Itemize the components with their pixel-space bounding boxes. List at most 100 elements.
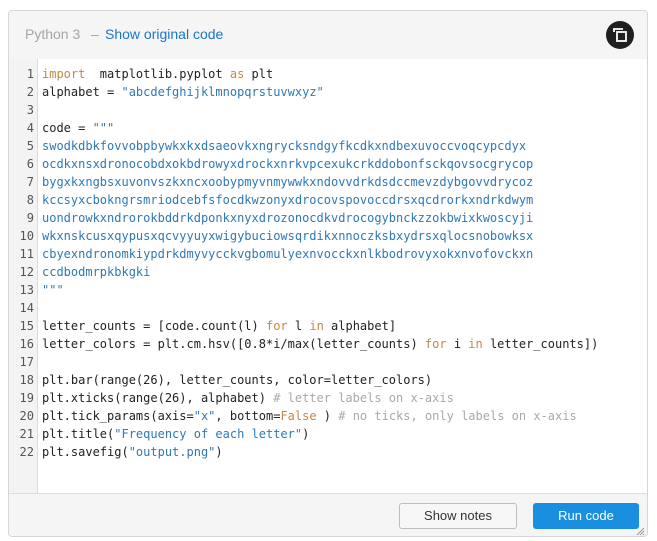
code-text: letter_colors = plt.cm.hsv([0.8*i/max(le… bbox=[42, 335, 598, 353]
code-text: import matplotlib.pyplot as plt bbox=[42, 65, 273, 83]
code-token: """ bbox=[42, 283, 64, 297]
code-line: 5 swodkdbkfovvobpbywkxkxdsaeovkxngrycksnd… bbox=[9, 137, 647, 155]
code-text: alphabet = "abcdefghijklmnopqrstuvwxyz" bbox=[42, 83, 324, 101]
code-token: # letter labels on x-axis bbox=[273, 391, 454, 405]
line-number: 16 bbox=[19, 337, 34, 351]
code-token: plt.tick_params(axis= bbox=[42, 409, 194, 423]
code-token: i bbox=[446, 337, 469, 351]
code-text: kccsyxcbokngrsmriodcebfsfocdkwzonyxdroco… bbox=[42, 191, 533, 209]
code-token: plt.savefig( bbox=[42, 445, 129, 459]
code-token: for bbox=[424, 337, 447, 351]
code-token: in bbox=[468, 337, 483, 351]
code-line: 20 plt.tick_params(axis="x", bottom=False… bbox=[9, 407, 647, 425]
show-notes-button[interactable]: Show notes bbox=[399, 503, 517, 529]
code-token: ocdkxnsxdronocobdxokbdrowyxdrockxnrkvpce… bbox=[42, 157, 534, 171]
line-number: 10 bbox=[19, 229, 34, 243]
code-token: # no ticks, only labels on x-axis bbox=[338, 409, 577, 423]
line-number: 1 bbox=[26, 67, 34, 81]
code-line: 7 bygxkxngbsxuvonvszkxncxoobypmyvnmywwkxn… bbox=[9, 173, 647, 191]
code-text: ocdkxnsxdronocobdxokbdrowyxdrockxnrkvpce… bbox=[42, 155, 533, 173]
line-number: 21 bbox=[19, 427, 34, 441]
line-number: 3 bbox=[26, 103, 34, 117]
code-text: cbyexndronomkiypdrkdmyvycckvgbomulyexnvo… bbox=[42, 245, 533, 263]
code-line: 21 plt.title("Frequency of each letter") bbox=[9, 425, 647, 443]
code-text: bygxkxngbsxuvonvszkxncxoobypmyvnmywwkxnd… bbox=[42, 173, 533, 191]
code-lines: 1 import matplotlib.pyplot as plt 2 alphabe… bbox=[9, 65, 647, 461]
code-token: False bbox=[280, 409, 317, 423]
line-number: 15 bbox=[19, 319, 34, 333]
code-token: ) bbox=[316, 409, 339, 423]
code-token: ccdbodmrpkbkgki bbox=[42, 265, 151, 279]
language-label: Python 3 bbox=[25, 26, 81, 42]
code-line: 14 bbox=[9, 299, 647, 317]
code-token: import bbox=[42, 67, 86, 81]
code-text: wkxnskcusxqypusxqcvyyuyxwigybuciowsqrdik… bbox=[42, 227, 533, 245]
code-line: 8 kccsyxcbokngrsmriodcebfsfocdkwzonyxdroc… bbox=[9, 191, 647, 209]
code-line: 18 plt.bar(range(26), letter_counts, colo… bbox=[9, 371, 647, 389]
code-token: "output.png" bbox=[128, 445, 216, 459]
line-number: 17 bbox=[19, 355, 34, 369]
code-editor[interactable]: 1 import matplotlib.pyplot as plt 2 alphabe… bbox=[9, 59, 647, 494]
line-number: 9 bbox=[26, 211, 34, 225]
code-token: "Frequency of each letter" bbox=[114, 427, 303, 441]
code-token: plt bbox=[244, 67, 274, 81]
code-token: "abcdefghijklmnopqrstuvwxyz" bbox=[121, 85, 324, 99]
line-number: 6 bbox=[26, 157, 34, 171]
line-number: 12 bbox=[19, 265, 34, 279]
code-token: """ bbox=[92, 121, 115, 135]
code-text: plt.savefig("output.png") bbox=[42, 443, 223, 461]
code-text: swodkdbkfovvobpbywkxkxdsaeovkxngrycksndg… bbox=[42, 137, 526, 155]
code-text: plt.bar(range(26), letter_counts, color=… bbox=[42, 371, 432, 389]
code-token: kccsyxcbokngrsmriodcebfsfocdkwzonyxdroco… bbox=[42, 193, 534, 207]
code-token: plt.xticks(range(26), alphabet) bbox=[42, 391, 274, 405]
code-text: plt.xticks(range(26), alphabet) # letter… bbox=[42, 389, 454, 407]
code-token: swodkdbkfovvobpbywkxkxdsaeovkxngrycksndg… bbox=[42, 139, 527, 153]
code-line: 15 letter_counts = [code.count(l) for l i… bbox=[9, 317, 647, 335]
code-line: 22 plt.savefig("output.png") bbox=[9, 443, 647, 461]
code-token: uondrowkxndrorokbddrkdponkxnyxdrozonocdk… bbox=[42, 211, 534, 225]
code-text: letter_counts = [code.count(l) for l in … bbox=[42, 317, 396, 335]
run-code-button[interactable]: Run code bbox=[533, 503, 639, 529]
expand-icon bbox=[613, 28, 627, 42]
line-number: 14 bbox=[19, 301, 34, 315]
panel-header: Python 3 – Show original code bbox=[9, 11, 647, 60]
code-token: for bbox=[265, 319, 288, 333]
code-token: plt.bar(range(26), letter_counts, color=… bbox=[42, 373, 433, 387]
code-panel: Python 3 – Show original code 1 import ma… bbox=[8, 10, 648, 537]
code-text: uondrowkxndrorokbddrkdponkxnyxdrozonocdk… bbox=[42, 209, 533, 227]
code-line: 11 cbyexndronomkiypdrkdmyvycckvgbomulyexn… bbox=[9, 245, 647, 263]
code-token: letter_counts]) bbox=[482, 337, 599, 351]
resize-handle-icon[interactable] bbox=[635, 526, 645, 536]
code-token: letter_colors = plt.cm.hsv([0.8*i/max(le… bbox=[42, 337, 425, 351]
code-token: matplotlib.pyplot bbox=[85, 67, 230, 81]
code-line: 16 letter_colors = plt.cm.hsv([0.8*i/max(… bbox=[9, 335, 647, 353]
line-number: 18 bbox=[19, 373, 34, 387]
code-token: in bbox=[309, 319, 324, 333]
line-number: 8 bbox=[26, 193, 34, 207]
code-token: as bbox=[229, 67, 245, 81]
code-text: plt.tick_params(axis="x", bottom=False )… bbox=[42, 407, 577, 425]
line-number: 19 bbox=[19, 391, 34, 405]
code-text: ccdbodmrpkbkgki bbox=[42, 263, 150, 281]
code-text: """ bbox=[42, 281, 64, 299]
code-line: 6 ocdkxnsxdronocobdxokbdrowyxdrockxnrkvpc… bbox=[9, 155, 647, 173]
panel-footer: Show notes Run code bbox=[9, 494, 647, 536]
code-token: ) bbox=[302, 427, 310, 441]
code-text: plt.title("Frequency of each letter") bbox=[42, 425, 309, 443]
code-token: code = bbox=[42, 121, 93, 135]
line-number: 13 bbox=[19, 283, 34, 297]
code-token: cbyexndronomkiypdrkdmyvycckvgbomulyexnvo… bbox=[42, 247, 534, 261]
line-number: 20 bbox=[19, 409, 34, 423]
code-token: wkxnskcusxqypusxqcvyyuyxwigybuciowsqrdik… bbox=[42, 229, 534, 243]
code-token: ) bbox=[215, 445, 223, 459]
line-number: 2 bbox=[26, 85, 34, 99]
line-number: 7 bbox=[26, 175, 34, 189]
expand-button[interactable] bbox=[606, 21, 634, 49]
code-token: bygxkxngbsxuvonvszkxncxoobypmyvnmywwkxnd… bbox=[42, 175, 534, 189]
code-line: 3 bbox=[9, 101, 647, 119]
code-line: 2 alphabet = "abcdefghijklmnopqrstuvwxyz" bbox=[9, 83, 647, 101]
show-original-code-link[interactable]: Show original code bbox=[105, 26, 223, 42]
code-line: 4 code = """ bbox=[9, 119, 647, 137]
code-token: letter_counts = [code.count(l) bbox=[42, 319, 266, 333]
code-token: "x" bbox=[193, 409, 216, 423]
